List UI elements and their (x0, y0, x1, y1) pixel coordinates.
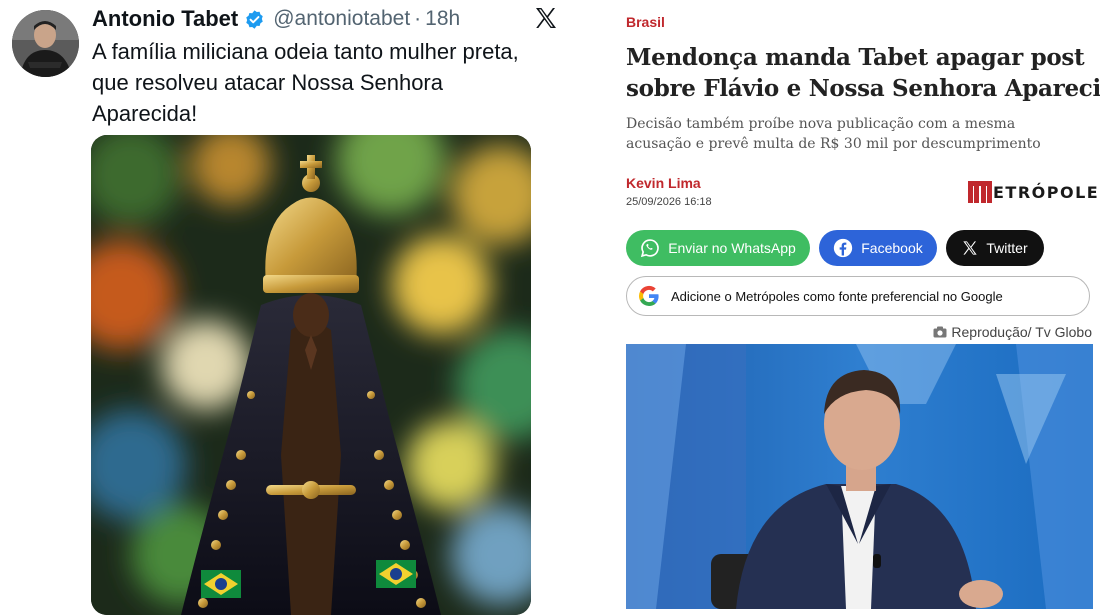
tweet-separator: · (414, 7, 422, 30)
headline-line: Mendonça manda Tabet apagar post (626, 44, 1085, 71)
whatsapp-icon (641, 239, 659, 258)
share-twitter-button[interactable]: Twitter (946, 230, 1044, 266)
tweet-text: A família miliciana odeia tanto mulher p… (92, 36, 562, 129)
tweet-text-line: que resolveu atacar Nossa Senhora (92, 70, 443, 95)
article-subheadline: Decisão também proíbe nova publicação co… (626, 114, 1096, 154)
article-photo[interactable] (626, 344, 1093, 609)
google-preferred-source-button[interactable]: Adicione o Metrópoles como fonte prefere… (626, 276, 1090, 316)
share-whatsapp-label: Enviar no WhatsApp (668, 240, 796, 256)
news-article: Brasil Mendonça manda Tabet apagar post … (626, 0, 1100, 609)
facebook-icon (834, 238, 853, 258)
article-author[interactable]: Kevin Lima (626, 175, 701, 191)
tweet-author-name[interactable]: Antonio Tabet (92, 6, 238, 32)
subhead-line: Decisão também proíbe nova publicação co… (626, 116, 1016, 132)
camera-icon (933, 326, 947, 338)
tweet-text-line: Aparecida! (92, 101, 198, 126)
metropoles-logo[interactable]: ETRÓPOLES (968, 180, 1100, 204)
x-icon (963, 241, 978, 255)
tweet-card: Antonio Tabet @antoniotabet · 18h A famí… (0, 0, 570, 615)
share-twitter-label: Twitter (986, 240, 1028, 256)
verified-badge-icon (244, 9, 265, 30)
article-date: 25/09/2026 16:18 (626, 196, 712, 208)
tweet-media-image[interactable] (91, 135, 531, 615)
article-headline: Mendonça manda Tabet apagar post sobre F… (626, 42, 1100, 104)
share-facebook-label: Facebook (861, 240, 923, 256)
tweet-timestamp[interactable]: 18h (425, 7, 460, 31)
share-facebook-button[interactable]: Facebook (819, 230, 937, 266)
headline-line: sobre Flávio e Nossa Senhora Aparecida (626, 75, 1100, 102)
subhead-line: acusação e prevê multa de R$ 30 mil por … (626, 136, 1041, 152)
photo-credit: Reprodução/ Tv Globo (933, 324, 1092, 340)
metropoles-m-icon (968, 181, 992, 203)
x-logo-icon[interactable] (533, 6, 559, 30)
tweet-text-line: A família miliciana odeia tanto mulher p… (92, 39, 519, 64)
share-whatsapp-button[interactable]: Enviar no WhatsApp (626, 230, 810, 266)
brand-name: ETRÓPOLES (993, 182, 1100, 202)
photo-credit-label: Reprodução/ Tv Globo (951, 324, 1092, 340)
google-preferred-source-label: Adicione o Metrópoles como fonte prefere… (671, 288, 1003, 304)
avatar[interactable] (12, 10, 79, 77)
section-label[interactable]: Brasil (626, 14, 665, 30)
google-icon (638, 285, 659, 307)
tweet-handle[interactable]: @antoniotabet (273, 7, 410, 31)
